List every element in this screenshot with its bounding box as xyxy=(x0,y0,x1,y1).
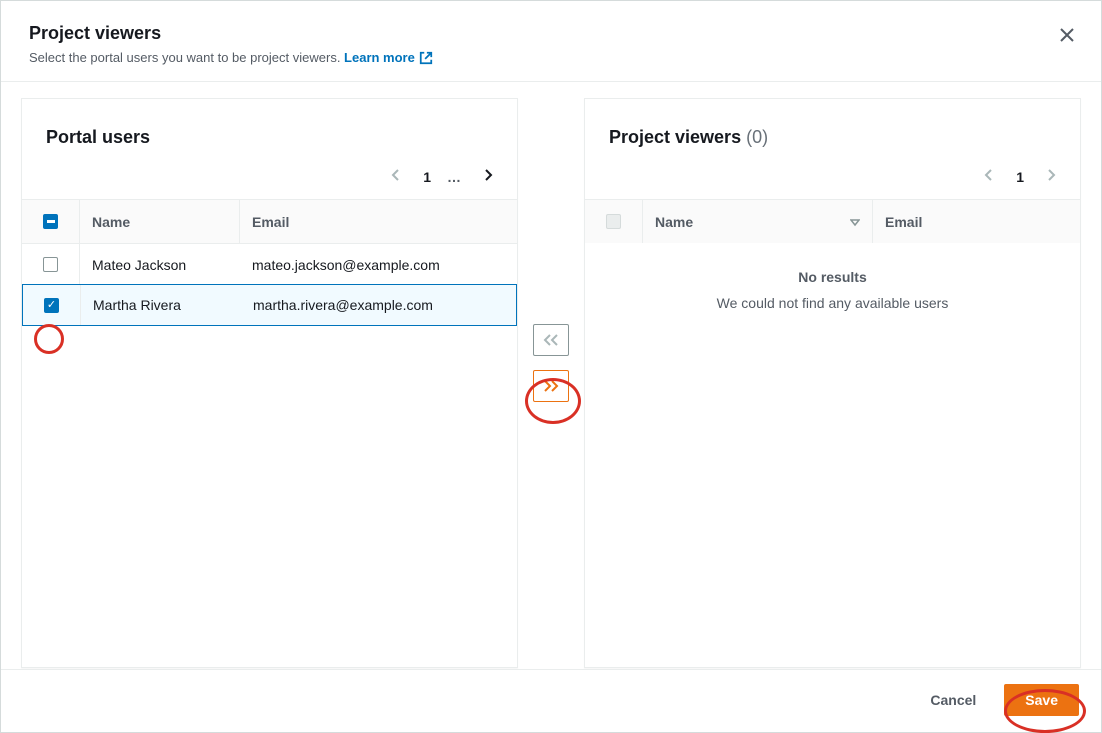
close-dialog-button[interactable] xyxy=(1055,23,1079,47)
dialog-content: Portal users 1 … Name Email Mateo Jackso… xyxy=(1,82,1101,676)
project-viewers-count: (0) xyxy=(746,127,768,147)
select-all-checkbox[interactable] xyxy=(43,214,58,229)
prev-page-button[interactable] xyxy=(978,164,1000,189)
project-viewers-table-header: Name Email xyxy=(585,199,1080,243)
select-all-checkbox xyxy=(606,214,621,229)
external-link-icon xyxy=(419,51,433,65)
transfer-buttons xyxy=(518,98,584,668)
page-number[interactable]: 1 xyxy=(423,169,431,185)
learn-more-link[interactable]: Learn more xyxy=(344,50,433,65)
next-page-button[interactable] xyxy=(1040,164,1062,189)
empty-state: No results We could not find any availab… xyxy=(585,243,1080,337)
dialog-subtitle: Select the portal users you want to be p… xyxy=(29,50,1073,65)
empty-title: No results xyxy=(585,269,1080,285)
dialog-title: Project viewers xyxy=(29,23,1073,44)
project-viewers-title: Project viewers (0) xyxy=(609,127,1056,148)
empty-message: We could not find any available users xyxy=(585,295,1080,311)
cell-name: Martha Rivera xyxy=(81,285,241,325)
page-number[interactable]: 1 xyxy=(1016,169,1024,185)
chevron-left-icon xyxy=(984,168,994,182)
portal-users-table-header: Name Email xyxy=(22,199,517,243)
table-row[interactable]: ✓ Martha Rivera martha.rivera@example.co… xyxy=(22,284,517,326)
column-header-name[interactable]: Name xyxy=(643,200,873,243)
cancel-button[interactable]: Cancel xyxy=(910,684,996,716)
chevron-right-icon xyxy=(483,168,493,182)
portal-users-pagination: 1 … xyxy=(22,158,517,199)
column-header-email[interactable]: Email xyxy=(240,200,517,243)
portal-users-title: Portal users xyxy=(46,127,493,148)
close-icon xyxy=(1060,28,1074,42)
cell-name: Mateo Jackson xyxy=(80,244,240,285)
column-header-name[interactable]: Name xyxy=(80,200,240,243)
next-page-button[interactable] xyxy=(477,164,499,189)
row-checkbox[interactable]: ✓ xyxy=(44,298,59,313)
dialog-footer: Cancel Save xyxy=(1,669,1101,732)
portal-users-panel: Portal users 1 … Name Email Mateo Jackso… xyxy=(21,98,518,668)
chevron-left-icon xyxy=(391,168,401,182)
cell-email: mateo.jackson@example.com xyxy=(240,244,517,285)
chevron-right-icon xyxy=(1046,168,1056,182)
move-left-button[interactable] xyxy=(533,324,569,356)
table-row[interactable]: Mateo Jackson mateo.jackson@example.com xyxy=(22,243,517,285)
cell-email: martha.rivera@example.com xyxy=(241,285,516,325)
project-viewers-panel: Project viewers (0) 1 Name Email No resu… xyxy=(584,98,1081,668)
chevron-double-left-icon xyxy=(542,333,560,347)
subtitle-text: Select the portal users you want to be p… xyxy=(29,50,344,65)
page-ellipsis[interactable]: … xyxy=(447,169,461,185)
column-header-email[interactable]: Email xyxy=(873,200,1080,243)
row-checkbox[interactable] xyxy=(43,257,58,272)
move-right-button[interactable] xyxy=(533,370,569,402)
sort-icon xyxy=(850,217,860,227)
dialog-header: Project viewers Select the portal users … xyxy=(1,1,1101,82)
project-viewers-pagination: 1 xyxy=(585,158,1080,199)
chevron-double-right-icon xyxy=(542,379,560,393)
prev-page-button[interactable] xyxy=(385,164,407,189)
save-button[interactable]: Save xyxy=(1004,684,1079,716)
